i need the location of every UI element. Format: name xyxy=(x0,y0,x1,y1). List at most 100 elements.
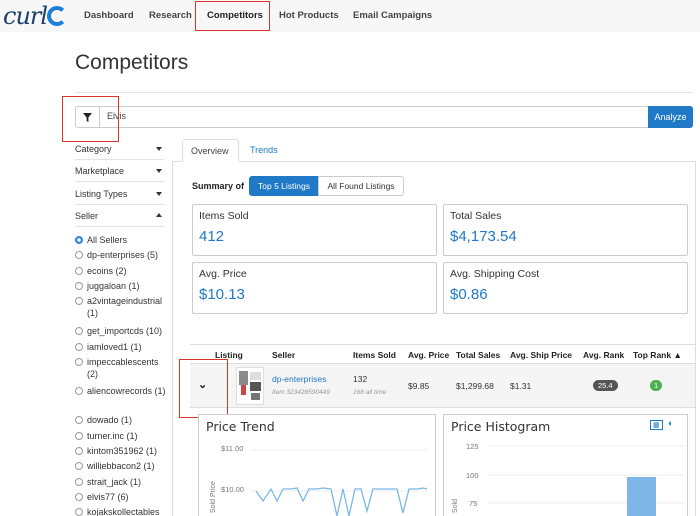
tab-overview[interactable]: Overview xyxy=(182,139,239,162)
seller-option[interactable]: dp-enterprises (5) xyxy=(75,249,170,261)
stat-label: Total Sales xyxy=(450,210,502,222)
seller-option-all[interactable]: All Sellers xyxy=(75,234,170,246)
stat-label: Avg. Price xyxy=(199,268,247,280)
seller-option[interactable]: juggaloan (1) xyxy=(75,280,170,292)
histogram-plot xyxy=(488,445,684,516)
col-seller[interactable]: Seller xyxy=(272,350,295,360)
col-top-rank[interactable]: Top Rank ▲ xyxy=(633,350,682,360)
seller-label: iamloved1 (1) xyxy=(87,342,142,352)
seller-label: kojakskollectables xyxy=(87,507,160,516)
highlight-expand xyxy=(179,359,228,418)
price-trend-chart: Price Trend $11.00 $10.00 Sold Price xyxy=(198,414,436,516)
seller-option[interactable]: impeccablescents (2) xyxy=(75,356,170,380)
radio-icon[interactable] xyxy=(75,343,83,351)
radio-icon[interactable] xyxy=(75,358,83,366)
top-5-listings-button[interactable]: Top 5 Listings xyxy=(249,176,319,196)
seller-option[interactable]: ecoins (2) xyxy=(75,265,170,277)
seller-label: kintom351962 (1) xyxy=(87,446,158,456)
caret-down-icon xyxy=(156,192,162,196)
radio-icon[interactable] xyxy=(75,251,83,259)
seller-label: ecoins (2) xyxy=(87,266,127,276)
seller-option[interactable]: dowado (1) xyxy=(75,414,170,426)
seller-option[interactable]: get_importcds (10) xyxy=(75,325,170,337)
brand-logo[interactable]: curl xyxy=(3,2,48,30)
y-tick: 125 xyxy=(466,442,479,451)
radio-icon[interactable] xyxy=(75,267,83,275)
radio-icon[interactable] xyxy=(75,478,83,486)
bar-chart-icon[interactable]: ▦ xyxy=(650,420,663,430)
histogram-bar xyxy=(627,477,656,516)
seller-option[interactable]: strait_jack (1) xyxy=(75,476,170,488)
chart-title: Price Histogram xyxy=(451,419,551,434)
col-total-sales[interactable]: Total Sales xyxy=(456,350,500,360)
row-item-id: Item 323428590449 xyxy=(272,389,330,396)
analyze-button[interactable]: Analyze xyxy=(648,106,693,128)
radio-icon[interactable] xyxy=(75,447,83,455)
chart-title: Price Trend xyxy=(206,419,275,434)
stat-label: Avg. Shipping Cost xyxy=(450,268,540,280)
row-sold-all-time: 168 all time xyxy=(353,389,387,396)
row-items-sold: 132 xyxy=(353,374,368,384)
radio-icon[interactable] xyxy=(75,297,83,305)
avg-rank-badge: 25.4 xyxy=(593,380,618,391)
seller-label: juggaloan (1) xyxy=(87,281,140,291)
nav-hot-products[interactable]: Hot Products xyxy=(279,10,339,21)
filter-category[interactable]: Category xyxy=(75,138,164,160)
seller-label: strait_jack (1) xyxy=(87,477,142,487)
stat-label: Items Sold xyxy=(199,210,249,222)
seller-label: get_importcds (10) xyxy=(87,326,163,336)
row-avg-price: $9.85 xyxy=(408,381,430,391)
seller-option[interactable]: iamloved1 (1) xyxy=(75,341,170,353)
filter-marketplace[interactable]: Marketplace xyxy=(75,160,164,182)
radio-icon[interactable] xyxy=(75,416,83,424)
col-items-sold[interactable]: Items Sold xyxy=(353,350,396,360)
stat-total-sales: Total Sales $4,173.54 xyxy=(443,204,688,256)
filter-listing-types[interactable]: Listing Types xyxy=(75,183,164,205)
radio-icon[interactable] xyxy=(75,432,83,440)
y-tick: $11.00 xyxy=(221,444,244,453)
stat-value: $0.86 xyxy=(450,286,488,303)
seller-link[interactable]: dp-enterprises xyxy=(272,374,326,384)
filter-label: Seller xyxy=(75,211,99,221)
seller-option[interactable]: aliencowrecords (1) xyxy=(75,385,170,397)
col-avg-rank[interactable]: Avg. Rank xyxy=(583,350,624,360)
radio-icon[interactable] xyxy=(75,387,83,395)
col-avg-ship-price[interactable]: Avg. Ship Price xyxy=(510,350,572,360)
radio-icon[interactable] xyxy=(75,327,83,335)
row-avg-ship: $1.31 xyxy=(510,381,532,391)
seller-option[interactable]: turner.inc (1) xyxy=(75,430,170,442)
y-tick: $10.00 xyxy=(221,485,244,494)
seller-option[interactable]: kintom351962 (1) xyxy=(75,445,170,457)
stat-value: $10.13 xyxy=(199,286,245,303)
seller-label: turner.inc (1) xyxy=(87,431,138,441)
listing-image xyxy=(239,371,261,400)
nav-research[interactable]: Research xyxy=(149,10,192,21)
summary-label: Summary of xyxy=(192,181,245,191)
radio-selected-icon[interactable] xyxy=(75,236,83,244)
col-avg-price[interactable]: Avg. Price xyxy=(408,350,449,360)
filter-label: Marketplace xyxy=(75,166,125,176)
price-histogram-chart: Price Histogram ▦ ◐ 125 100 75 Sold xyxy=(443,414,688,516)
listing-thumbnail[interactable] xyxy=(236,367,264,405)
filter-seller[interactable]: Seller xyxy=(75,205,164,227)
stat-avg-price: Avg. Price $10.13 xyxy=(192,262,437,314)
tab-trends[interactable]: Trends xyxy=(242,139,286,162)
table-row[interactable]: ⌄ dp-enterprises Item 323428590449 132 1… xyxy=(190,364,695,408)
radio-icon[interactable] xyxy=(75,462,83,470)
top-navbar: curl Dashboard Research Competitors Hot … xyxy=(0,0,700,32)
seller-option[interactable]: williebbacon2 (1) xyxy=(75,460,170,472)
pie-chart-icon[interactable]: ◐ xyxy=(668,418,673,428)
seller-option[interactable]: a2vintageindustrial (1) xyxy=(75,295,170,319)
seller-option[interactable]: elvis77 (6) xyxy=(75,491,170,503)
row-total-sales: $1,299.68 xyxy=(456,381,494,391)
radio-icon[interactable] xyxy=(75,282,83,290)
nav-dashboard[interactable]: Dashboard xyxy=(84,10,134,21)
seller-label: dp-enterprises (5) xyxy=(87,250,159,260)
all-found-listings-button[interactable]: All Found Listings xyxy=(318,176,404,196)
radio-icon[interactable] xyxy=(75,493,83,501)
stat-items-sold: Items Sold 412 xyxy=(192,204,437,256)
nav-email-campaigns[interactable]: Email Campaigns xyxy=(353,10,432,21)
row-seller[interactable]: dp-enterprises xyxy=(272,374,326,384)
radio-icon[interactable] xyxy=(75,508,83,516)
seller-option[interactable]: kojakskollectables xyxy=(75,506,170,516)
